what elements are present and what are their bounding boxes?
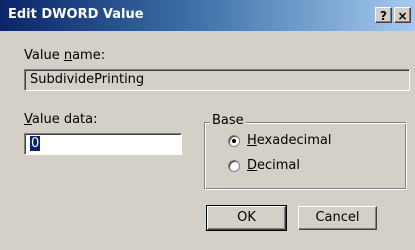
value-data-label-rest: alue data: — [31, 112, 98, 127]
decimal-radio[interactable] — [228, 160, 240, 172]
value-name-label-accel: n — [63, 48, 73, 63]
value-name-label: Value name: — [24, 48, 105, 63]
value-name-label-post: ame: — [72, 48, 106, 63]
value-data-label: Value data: — [24, 112, 98, 127]
value-data-label-accel: V — [24, 112, 32, 127]
ok-button[interactable]: OK — [206, 205, 287, 231]
value-name-label-pre: Value — [24, 48, 64, 63]
edit-dword-dialog: Edit DWORD Value ? × Value name: Subdivi… — [0, 0, 415, 250]
decimal-rest: ecimal — [257, 158, 301, 173]
decimal-label[interactable]: Decimal — [247, 158, 300, 173]
radio-selected-dot — [232, 139, 236, 143]
hexadecimal-accel: H — [247, 133, 257, 148]
base-group-title: Base — [210, 113, 246, 128]
title-bar[interactable]: Edit DWORD Value ? × — [0, 0, 415, 31]
cancel-button[interactable]: Cancel — [298, 206, 377, 230]
hexadecimal-radio[interactable] — [228, 135, 240, 147]
decimal-accel: D — [247, 158, 258, 173]
help-button[interactable]: ? — [375, 7, 392, 23]
window-title: Edit DWORD Value — [8, 7, 144, 22]
close-button[interactable]: × — [394, 7, 411, 23]
close-icon: × — [397, 9, 408, 23]
value-name-field[interactable]: SubdividePrinting — [24, 69, 410, 91]
help-icon: ? — [380, 9, 387, 23]
hexadecimal-label[interactable]: Hexadecimal — [247, 133, 331, 148]
value-data-input[interactable]: 0 — [24, 133, 182, 155]
hexadecimal-rest: exadecimal — [256, 133, 332, 148]
value-data-text: 0 — [30, 136, 41, 151]
